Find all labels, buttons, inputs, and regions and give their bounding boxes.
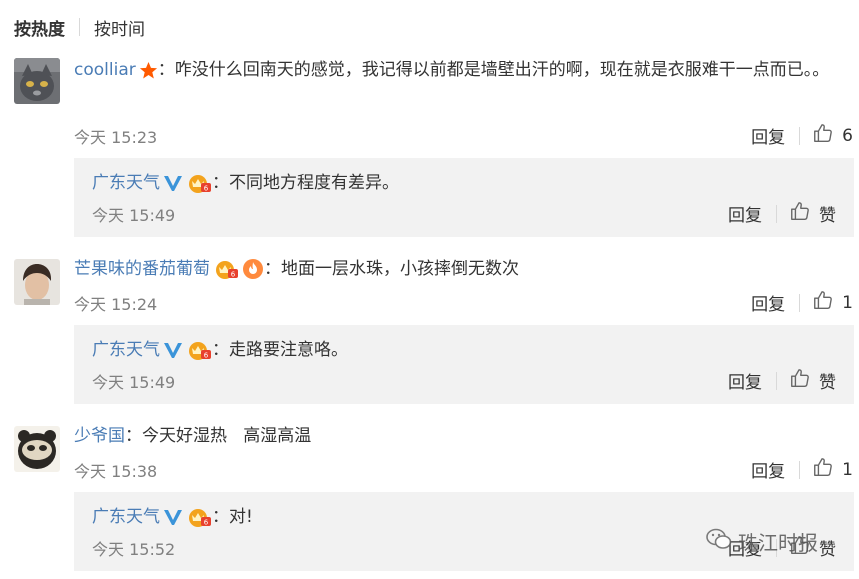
avatar[interactable]	[14, 426, 60, 472]
comment-actions: 回复 1	[751, 456, 853, 483]
comment-content: 少爷国：今天好湿热 高湿高温	[74, 421, 834, 452]
watermark-text: 珠江时报	[738, 531, 818, 555]
reply-text: 对!	[229, 507, 253, 527]
like-label: 赞	[819, 206, 836, 226]
divider	[799, 460, 801, 479]
reply-time: 今天 15:49	[92, 206, 176, 225]
like-count: 6	[842, 125, 853, 146]
avatar[interactable]	[14, 259, 60, 305]
colon: ：	[157, 60, 175, 80]
divider	[776, 204, 777, 223]
colon: ：	[125, 426, 142, 446]
sort-bar: 按热度 按时间	[14, 14, 145, 40]
divider	[79, 18, 80, 36]
username-link[interactable]: 广东天气	[92, 340, 160, 360]
username-link[interactable]: 广东天气	[92, 173, 160, 193]
thumbs-up-icon	[812, 122, 834, 149]
like-button[interactable]: 6	[812, 122, 853, 149]
like-button[interactable]: 赞	[789, 367, 836, 394]
like-button[interactable]: 赞	[789, 200, 836, 227]
like-button[interactable]: 1	[812, 289, 853, 316]
thumbs-up-icon	[789, 200, 811, 227]
star-badge-icon	[139, 61, 158, 80]
comment-time: 今天 15:38	[74, 462, 158, 481]
comment-content: coolliar ：咋没什么回南天的感觉，我记得以前都是墙壁出汗的啊，现在就是衣服…	[74, 55, 834, 86]
username-link[interactable]: 广东天气	[92, 507, 160, 527]
sort-by-time-tab[interactable]: 按时间	[94, 15, 145, 40]
flame-badge-icon	[242, 258, 264, 280]
reply-text: 走路要注意咯。	[229, 340, 348, 360]
like-button[interactable]: 1	[812, 456, 853, 483]
like-label: 赞	[819, 540, 836, 560]
comment-time: 今天 15:24	[74, 295, 158, 314]
comment-actions: 回复 1	[751, 289, 853, 316]
crown-vip-icon: 6	[186, 339, 212, 361]
reply-button[interactable]: 回复	[751, 123, 785, 148]
comment-actions: 回复 6	[751, 122, 853, 149]
username-link[interactable]: coolliar	[74, 60, 136, 80]
comment-text: 今天好湿热 高湿高温	[142, 426, 312, 446]
reply-button[interactable]: 回复	[728, 201, 762, 226]
like-count: 1	[842, 292, 853, 313]
thumbs-up-icon	[812, 456, 834, 483]
reply-item: 广东天气 6 ：走路要注意咯。 今天 15:49 回复 赞	[74, 325, 854, 404]
comment-text: 咋没什么回南天的感觉，我记得以前都是墙壁出汗的啊，现在就是衣服难干一点而已。。	[174, 60, 830, 80]
colon: ：	[212, 507, 229, 527]
sort-by-hot-tab[interactable]: 按热度	[14, 15, 65, 40]
reply-button[interactable]: 回复	[751, 290, 785, 315]
svg-text:6: 6	[204, 519, 209, 527]
verified-v-icon	[163, 508, 183, 526]
svg-text:6: 6	[204, 352, 209, 360]
crown-vip-icon: 6	[186, 172, 212, 194]
divider	[799, 126, 801, 145]
wechat-icon	[706, 528, 732, 555]
comment-time: 今天 15:23	[74, 128, 158, 147]
comment-text: 地面一层水珠，小孩摔倒无数次	[281, 259, 519, 279]
reply-item: 广东天气 6 ：不同地方程度有差异。 今天 15:49 回复 赞	[74, 158, 854, 237]
reply-text: 不同地方程度有差异。	[229, 173, 399, 193]
username-link[interactable]: 芒果味的番茄葡萄	[74, 259, 210, 279]
crown-vip-icon: 6	[213, 258, 239, 280]
reply-content: 广东天气 6 ：走路要注意咯。	[92, 337, 348, 363]
crown-vip-icon: 6	[186, 506, 212, 528]
reply-content: 广东天气 6 ：不同地方程度有差异。	[92, 170, 399, 196]
thumbs-up-icon	[812, 289, 834, 316]
reply-actions: 回复 赞	[728, 367, 836, 394]
svg-text:6: 6	[231, 271, 236, 279]
comment-content: 芒果味的番茄葡萄 6 ：地面一层水珠，小孩摔倒无数次	[74, 254, 834, 285]
reply-button[interactable]: 回复	[728, 368, 762, 393]
reply-actions: 回复 赞	[728, 200, 836, 227]
verified-v-icon	[163, 174, 183, 192]
verified-v-icon	[163, 341, 183, 359]
reply-time: 今天 15:49	[92, 373, 176, 392]
svg-text:6: 6	[204, 185, 209, 193]
reply-button[interactable]: 回复	[751, 457, 785, 482]
divider	[799, 293, 801, 312]
like-label: 赞	[819, 373, 836, 393]
watermark: 珠江时报	[706, 527, 818, 556]
avatar[interactable]	[14, 58, 60, 104]
divider	[776, 371, 777, 390]
thumbs-up-icon	[789, 367, 811, 394]
reply-time: 今天 15:52	[92, 540, 176, 559]
colon: ：	[212, 173, 229, 193]
colon: ：	[264, 259, 281, 279]
username-link[interactable]: 少爷国	[74, 426, 125, 446]
like-count: 1	[842, 459, 853, 480]
colon: ：	[212, 340, 229, 360]
reply-content: 广东天气 6 ：对!	[92, 504, 253, 530]
